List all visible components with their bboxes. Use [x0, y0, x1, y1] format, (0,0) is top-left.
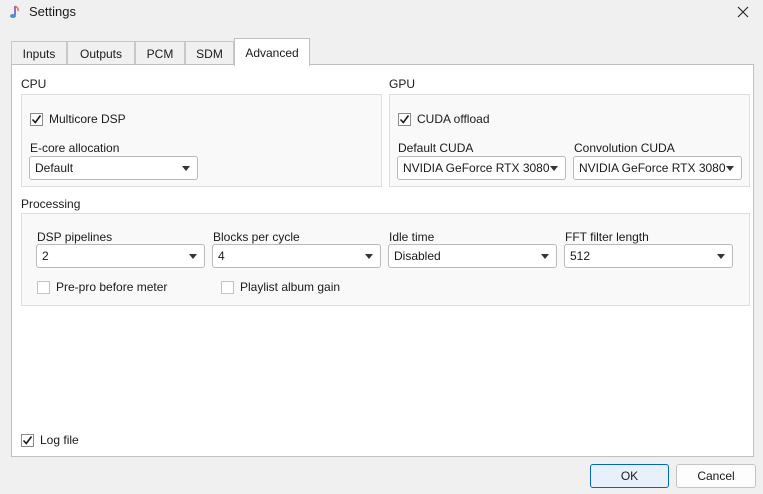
close-button[interactable] [723, 0, 763, 24]
chevron-down-icon [541, 254, 549, 259]
dsp-pipelines-value: 2 [42, 249, 49, 263]
default-cuda-label: Default CUDA [398, 141, 474, 155]
convolution-cuda-select[interactable]: NVIDIA GeForce RTX 3080 [573, 156, 742, 180]
blocks-per-cycle-value: 4 [218, 249, 225, 263]
ok-button[interactable]: OK [590, 464, 669, 488]
tab-label: Inputs [22, 46, 56, 61]
log-file-label: Log file [40, 433, 79, 447]
cancel-button-label: Cancel [697, 469, 735, 483]
default-cuda-value: NVIDIA GeForce RTX 3080 [403, 161, 550, 175]
idle-time-label: Idle time [389, 230, 435, 244]
tab-advanced[interactable]: Advanced [234, 38, 310, 66]
checkbox-box [21, 433, 34, 447]
processing-group: DSP pipelines 2 Blocks per cycle 4 Idle … [21, 213, 750, 306]
ecore-allocation-value: Default [35, 161, 74, 175]
convolution-cuda-label: Convolution CUDA [574, 141, 675, 155]
idle-time-select[interactable]: Disabled [388, 244, 557, 268]
fft-filter-length-select[interactable]: 512 [564, 244, 733, 268]
chevron-down-icon [726, 166, 734, 171]
playlist-album-gain-label: Playlist album gain [240, 280, 341, 294]
blocks-per-cycle-label: Blocks per cycle [213, 230, 300, 244]
checkbox-box [37, 280, 50, 294]
multicore-dsp-checkbox[interactable]: Multicore DSP [30, 112, 126, 126]
fft-filter-length-label: FFT filter length [565, 230, 649, 244]
idle-time-value: Disabled [394, 249, 441, 263]
check-icon [399, 114, 410, 124]
prepro-before-meter-label: Pre-pro before meter [56, 280, 168, 294]
chevron-down-icon [182, 166, 190, 171]
dsp-pipelines-select[interactable]: 2 [36, 244, 205, 268]
window-title: Settings [29, 4, 76, 19]
ecore-allocation-select[interactable]: Default [29, 156, 198, 180]
gpu-section-title: GPU [389, 77, 416, 91]
checkbox-box [221, 280, 234, 294]
tab-label: SDM [196, 46, 223, 61]
cpu-section-title: CPU [21, 77, 47, 91]
chevron-down-icon [365, 254, 373, 259]
gpu-group: CUDA offload Default CUDA NVIDIA GeForce… [389, 94, 750, 187]
playlist-album-gain-checkbox[interactable]: Playlist album gain [221, 280, 340, 294]
tab-sdm[interactable]: SDM [185, 41, 234, 65]
check-icon [22, 435, 33, 445]
cancel-button[interactable]: Cancel [676, 464, 756, 488]
chevron-down-icon [550, 166, 558, 171]
cuda-offload-checkbox[interactable]: CUDA offload [398, 112, 490, 126]
fft-filter-length-value: 512 [570, 249, 591, 263]
tab-label: Advanced [245, 45, 299, 60]
tab-pcm[interactable]: PCM [135, 41, 185, 65]
checkbox-box [398, 112, 411, 126]
dsp-pipelines-label: DSP pipelines [37, 230, 113, 244]
cpu-group: Multicore DSP E-core allocation Default [21, 94, 382, 187]
close-icon [737, 6, 749, 18]
check-icon [31, 114, 42, 124]
advanced-panel: CPU Multicore DSP E-core allocation Defa… [11, 64, 754, 457]
cuda-offload-label: CUDA offload [417, 112, 490, 126]
prepro-before-meter-checkbox[interactable]: Pre-pro before meter [37, 280, 167, 294]
app-icon [10, 5, 19, 18]
tab-outputs[interactable]: Outputs [67, 41, 135, 65]
title-bar: Settings [0, 0, 763, 26]
tab-inputs[interactable]: Inputs [11, 41, 67, 65]
processing-section-title: Processing [21, 197, 81, 211]
convolution-cuda-value: NVIDIA GeForce RTX 3080 [579, 161, 726, 175]
default-cuda-select[interactable]: NVIDIA GeForce RTX 3080 [397, 156, 566, 180]
blocks-per-cycle-select[interactable]: 4 [212, 244, 381, 268]
log-file-checkbox[interactable]: Log file [21, 433, 79, 447]
multicore-dsp-label: Multicore DSP [49, 112, 126, 126]
ecore-allocation-label: E-core allocation [30, 141, 120, 155]
chevron-down-icon [717, 254, 725, 259]
tab-label: PCM [146, 46, 174, 61]
tab-label: Outputs [79, 46, 123, 61]
chevron-down-icon [189, 254, 197, 259]
checkbox-box [30, 112, 43, 126]
ok-button-label: OK [620, 469, 639, 483]
